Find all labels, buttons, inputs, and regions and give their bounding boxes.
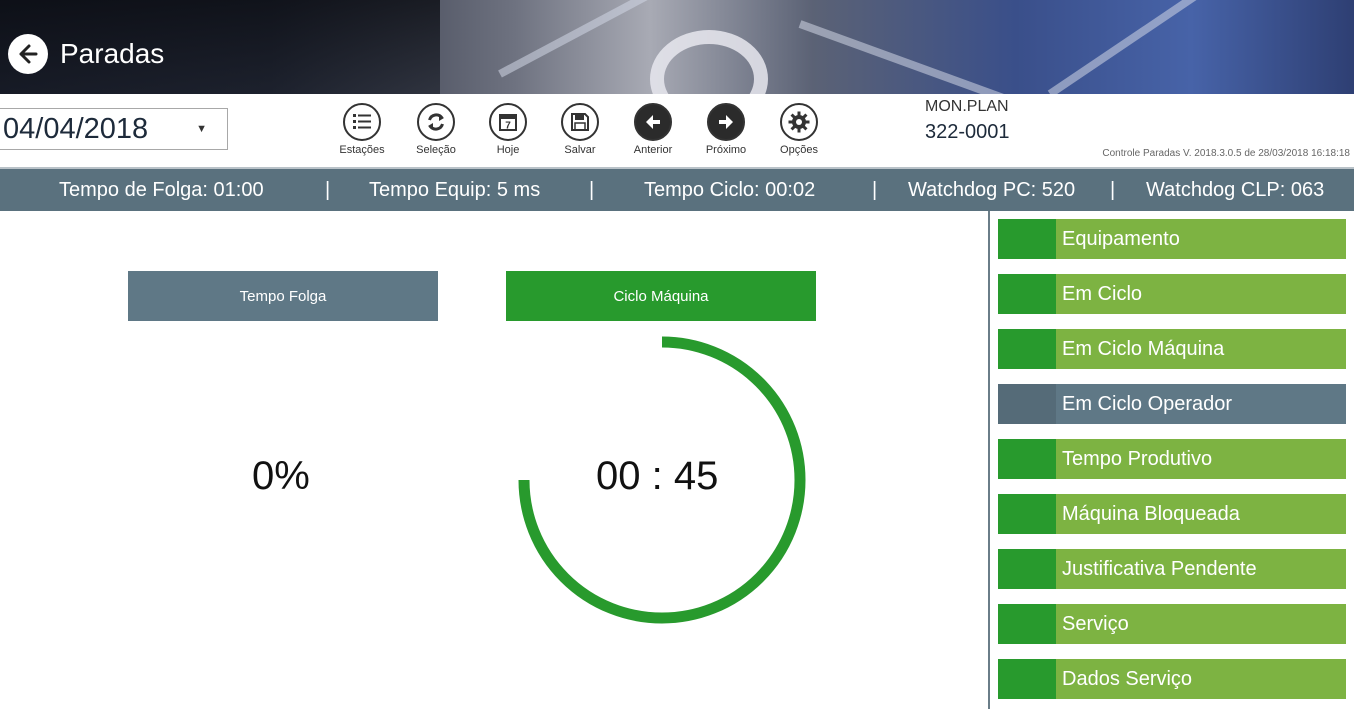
menu-item-label: Em Ciclo Operador [1062, 393, 1233, 415]
calendar-day: 7 [505, 121, 511, 132]
arrow-left-icon [19, 44, 38, 64]
menu-item-dados-servico[interactable]: Dados Serviço [998, 659, 1346, 699]
page-title: Paradas [60, 38, 165, 69]
status-watchdog-pc: Watchdog PC: 520 [908, 179, 1076, 201]
hoje-button[interactable]: 7 Hoje [478, 103, 538, 156]
date-picker[interactable]: 04/04/2018 ▼ [0, 108, 228, 150]
selecao-button[interactable]: Seleção [406, 103, 466, 156]
opcoes-button[interactable]: Opções [769, 103, 829, 156]
anterior-button[interactable]: Anterior [623, 103, 683, 156]
menu-item-em-ciclo-maquina[interactable]: Em Ciclo Máquina [998, 329, 1346, 369]
chevron-down-icon: ▼ [196, 123, 207, 135]
mon-plan-label: MON.PLAN [925, 98, 1009, 115]
refresh-icon [428, 113, 444, 131]
menu-item-servico[interactable]: Serviço [998, 604, 1346, 644]
status-bar: Tempo de Folga: 01:00 | Tempo Equip: 5 m… [0, 169, 1354, 211]
date-value: 04/04/2018 [3, 113, 149, 145]
status-separator: | [325, 179, 331, 201]
menu-item-justificativa-pendente[interactable]: Justificativa Pendente [998, 549, 1346, 589]
menu-item-tab [998, 604, 1056, 644]
menu-item-label: Em Ciclo [1062, 283, 1143, 305]
main-panel: Tempo Folga Ciclo Máquina 0% 00 : 45 [0, 211, 988, 709]
menu-item-tab [998, 384, 1056, 424]
toolbar: 04/04/2018 ▼ Estações Seleção 7 Hoje Sal… [0, 94, 1354, 169]
version-text: Controle Paradas V. 2018.3.0.5 de 28/03/… [1102, 148, 1350, 159]
salvar-label: Salvar [564, 144, 596, 156]
tempo-folga-button[interactable]: Tempo Folga [128, 271, 438, 321]
status-tempo-equip: Tempo Equip: 5 ms [369, 179, 541, 201]
menu-item-em-ciclo-operador[interactable]: Em Ciclo Operador [998, 384, 1346, 424]
banner-truss [798, 20, 1009, 94]
status-watchdog-clp: Watchdog CLP: 063 [1146, 179, 1325, 201]
proximo-label: Próximo [705, 144, 747, 156]
header-banner: Paradas [0, 0, 1354, 94]
banner-ring-decoration [650, 30, 768, 94]
menu-item-tab [998, 549, 1056, 589]
save-icon [571, 113, 589, 131]
menu-item-label: Justificativa Pendente [1062, 558, 1257, 580]
back-button[interactable] [8, 34, 48, 74]
proximo-button[interactable]: Próximo [696, 103, 756, 156]
menu-item-tab [998, 439, 1056, 479]
salvar-button[interactable]: Salvar [550, 103, 610, 156]
status-tempo-ciclo: Tempo Ciclo: 00:02 [644, 179, 816, 201]
menu-item-tab [998, 494, 1056, 534]
menu-item-label: Em Ciclo Máquina [1062, 338, 1225, 360]
menu-item-label: Serviço [1062, 613, 1129, 635]
calendar-icon: 7 [499, 114, 517, 132]
menu-item-em-ciclo[interactable]: Em Ciclo [998, 274, 1346, 314]
menu-item-label: Equipamento [1062, 228, 1180, 250]
status-separator: | [589, 179, 595, 201]
menu-item-maquina-bloqueada[interactable]: Máquina Bloqueada [998, 494, 1346, 534]
menu-item-label: Tempo Produtivo [1062, 448, 1213, 470]
status-separator: | [872, 179, 878, 201]
arrow-left-icon [646, 115, 660, 129]
menu-item-label: Máquina Bloqueada [1062, 503, 1240, 525]
menu-item-tempo-produtivo[interactable]: Tempo Produtivo [998, 439, 1346, 479]
opcoes-label: Opções [780, 144, 818, 156]
estacoes-label: Estações [339, 144, 385, 156]
gear-icon [788, 111, 810, 133]
banner-truss [1047, 0, 1268, 94]
side-menu: Equipamento Em Ciclo Em Ciclo Máquina Em… [988, 211, 1354, 709]
ciclo-maquina-button[interactable]: Ciclo Máquina [506, 271, 816, 321]
status-separator: | [1110, 179, 1116, 201]
menu-item-tab [998, 219, 1056, 259]
hoje-label: Hoje [496, 144, 520, 156]
menu-item-tab [998, 659, 1056, 699]
menu-item-equipamento[interactable]: Equipamento [998, 219, 1346, 259]
mon-plan-value: 322-0001 [925, 121, 1010, 143]
menu-item-tab [998, 274, 1056, 314]
status-tempo-folga: Tempo de Folga: 01:00 [59, 179, 264, 201]
menu-item-tab [998, 329, 1056, 369]
folga-percent: 0% [252, 454, 310, 498]
menu-item-label: Dados Serviço [1062, 668, 1193, 690]
estacoes-button[interactable]: Estações [332, 103, 392, 156]
selecao-label: Seleção [416, 144, 456, 156]
cycle-timer: 00 : 45 [596, 454, 719, 498]
list-icon [353, 114, 371, 129]
arrow-right-icon [719, 115, 733, 129]
anterior-label: Anterior [633, 144, 673, 156]
